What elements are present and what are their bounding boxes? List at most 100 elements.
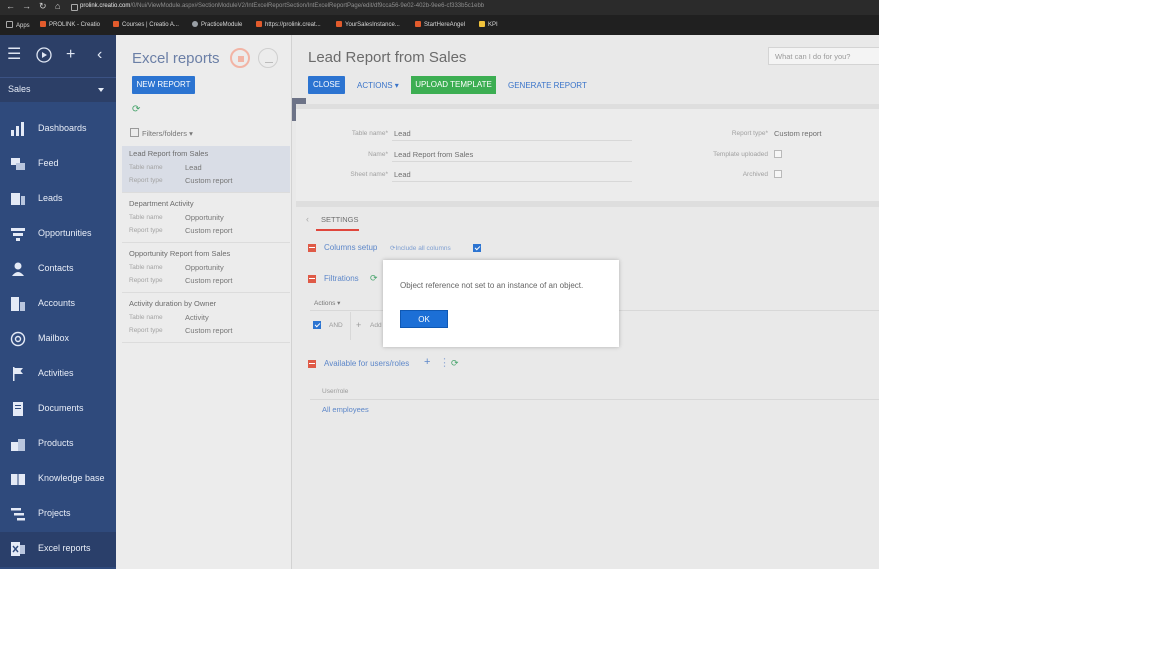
list-item[interactable]: Activity duration by Owner Table name Ac… [122, 296, 290, 343]
sheet-name-field[interactable]: Lead [394, 170, 411, 179]
sidebar-item-dashboards[interactable]: Dashboards [0, 112, 116, 147]
globe-icon [192, 21, 198, 27]
sidebar-item-feed[interactable]: Feed [0, 147, 116, 182]
list-view-icon [238, 56, 244, 62]
bookmark-kpi[interactable]: KPI [479, 21, 498, 28]
bookmarks-bar: Apps PROLINK - Creatio Courses | Creatio… [0, 15, 879, 35]
forward-icon[interactable]: → [22, 1, 31, 11]
flag-icon [13, 367, 23, 381]
section-title: Excel reports [132, 50, 220, 67]
menu-icon[interactable]: ☰ [7, 47, 21, 63]
available-users-roles-header[interactable]: Available for users/roles [324, 359, 409, 368]
table-name-field[interactable]: Lead [394, 129, 411, 138]
filters-folders-button[interactable]: Filters/folders ▾ [130, 128, 193, 138]
sidebar-item-contacts[interactable]: Contacts [0, 252, 116, 287]
add-condition-label[interactable]: Add [370, 322, 382, 329]
folder-icon [479, 21, 485, 27]
list-item[interactable]: Department Activity Table name Opportuni… [122, 196, 290, 243]
sidebar-item-excel-reports[interactable]: Excel reports [0, 532, 116, 567]
sidebar-item-opportunities[interactable]: Opportunities [0, 217, 116, 252]
template-uploaded-checkbox[interactable] [774, 150, 782, 158]
error-dialog: Object reference not set to an instance … [383, 260, 619, 347]
refresh-roles-icon[interactable]: ⟳ [451, 358, 459, 369]
page-title: Lead Report from Sales [308, 49, 467, 66]
collapse-icon[interactable]: ‹ [97, 47, 102, 63]
creatio-icon [415, 21, 421, 27]
add-condition-icon[interactable]: + [356, 320, 361, 330]
actions-menu-button[interactable]: ACTIONS ▾ [357, 81, 399, 90]
add-icon[interactable]: + [66, 47, 75, 63]
active-tab-indicator [316, 229, 359, 231]
sidebar-item-documents[interactable]: Documents [0, 392, 116, 427]
sidebar-item-products[interactable]: Products [0, 427, 116, 462]
sidebar-item-leads[interactable]: Leads [0, 182, 116, 217]
bookmark-practice[interactable]: PracticeModule [192, 21, 242, 28]
browser-address-bar: ← → ↻ ⌂ prolink.creatio.com/0/Nui/ViewMo… [0, 0, 879, 15]
sidebar-item-activities[interactable]: Activities [0, 357, 116, 392]
and-group-checkbox[interactable] [313, 321, 321, 329]
error-message: Object reference not set to an instance … [400, 281, 584, 290]
creatio-icon [336, 21, 342, 27]
user-role-cell[interactable]: All employees [322, 405, 369, 414]
command-search-input[interactable]: What can I do for you? [768, 47, 879, 65]
archived-checkbox[interactable] [774, 170, 782, 178]
sidebar-item-projects[interactable]: Projects [0, 497, 116, 532]
leads-icon [11, 193, 25, 205]
creatio-icon [113, 21, 119, 27]
document-icon [13, 402, 23, 416]
ok-button[interactable]: OK [400, 310, 448, 328]
filter-icon [130, 128, 139, 137]
columns-setup-header[interactable]: Columns setup [324, 243, 377, 252]
close-button[interactable]: CLOSE [308, 76, 345, 94]
report-type-field[interactable]: Custom report [774, 129, 822, 138]
main-sidebar: ☰ + ‹ Sales Dashboards Feed Leads Opport… [0, 35, 116, 569]
sidebar-item-mailbox[interactable]: Mailbox [0, 322, 116, 357]
sidebar-item-knowledge-base[interactable]: Knowledge base [0, 462, 116, 497]
products-icon [11, 439, 25, 451]
filtrations-header[interactable]: Filtrations [324, 274, 359, 283]
lock-icon [71, 4, 78, 11]
chart-icon [265, 54, 273, 63]
list-item[interactable]: Opportunity Report from Sales Table name… [122, 246, 290, 293]
bookmark-apps[interactable]: Apps [6, 21, 30, 29]
refresh-filter-icon[interactable]: ⟳ [370, 273, 378, 284]
home-icon[interactable]: ⌂ [55, 1, 60, 11]
include-all-columns-checkbox[interactable] [473, 244, 481, 252]
sidebar-toolbar: ☰ + ‹ [0, 35, 116, 77]
contact-icon [12, 262, 24, 276]
collapse-users-roles-icon[interactable] [308, 360, 316, 368]
add-role-icon[interactable]: + [424, 356, 430, 368]
list-item[interactable]: Lead Report from Sales Table name Lead R… [122, 146, 290, 193]
new-report-button[interactable]: NEW REPORT [132, 76, 195, 94]
upload-template-button[interactable]: UPLOAD TEMPLATE [411, 76, 496, 94]
tab-settings[interactable]: SETTINGS [321, 215, 359, 224]
workplace-select[interactable]: Sales [0, 77, 116, 102]
bookmark-yoursales[interactable]: YourSalesInstance... [336, 21, 400, 28]
url-field[interactable]: prolink.creatio.com/0/Nui/ViewModule.asp… [80, 3, 484, 9]
and-label: AND [329, 322, 343, 329]
collapse-filtrations-icon[interactable] [308, 275, 316, 283]
name-field[interactable]: Lead Report from Sales [394, 150, 473, 159]
list-view-toggle[interactable] [230, 48, 250, 68]
more-options-icon[interactable]: ⋮ [439, 356, 450, 369]
bookmark-starthere[interactable]: StartHereAngel [415, 21, 465, 28]
excel-icon [11, 542, 25, 556]
reload-icon[interactable]: ↻ [39, 1, 47, 12]
filter-actions-button[interactable]: Actions ▾ [314, 299, 340, 307]
generate-report-button[interactable]: GENERATE REPORT [508, 81, 587, 90]
sidebar-item-accounts[interactable]: Accounts [0, 287, 116, 322]
back-icon[interactable]: ← [6, 1, 15, 11]
chevron-left-icon[interactable]: ‹ [306, 214, 309, 224]
app-screen: ← → ↻ ⌂ prolink.creatio.com/0/Nui/ViewMo… [0, 0, 879, 569]
bookmark-prolink[interactable]: PROLINK - Creatio [40, 21, 100, 28]
bookmark-courses[interactable]: Courses | Creatio A... [113, 21, 179, 28]
user-role-column-header: User/role [322, 388, 349, 395]
dashboards-icon [11, 122, 24, 136]
collapse-columns-icon[interactable] [308, 244, 316, 252]
refresh-icon[interactable]: ⟳ [132, 104, 140, 115]
book-icon [11, 474, 25, 485]
play-icon[interactable] [36, 47, 52, 67]
analytics-view-toggle[interactable] [258, 48, 278, 68]
bookmark-prolink-creat[interactable]: https://prolink.creat... [256, 21, 321, 28]
building-icon [11, 297, 25, 311]
